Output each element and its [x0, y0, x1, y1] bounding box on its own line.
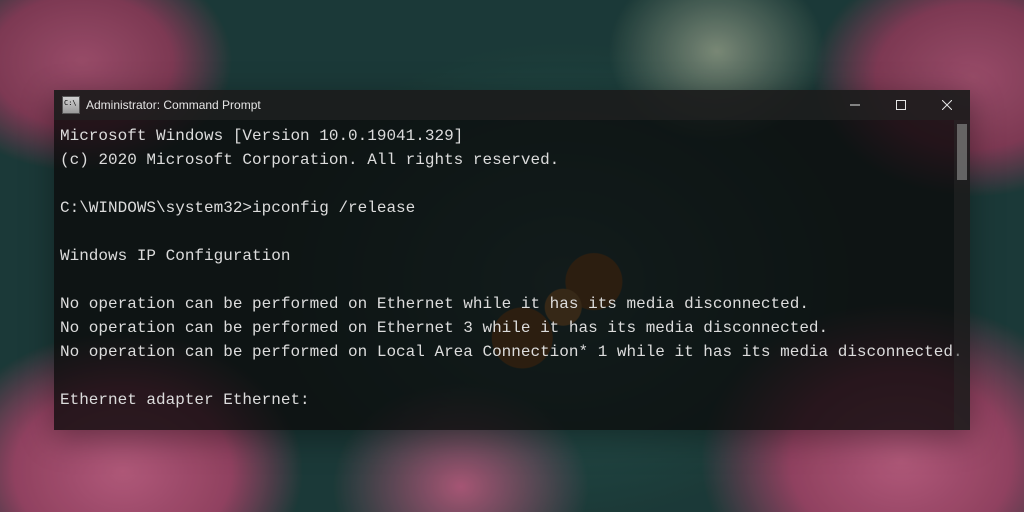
command-prompt-window: Administrator: Command Prompt Microsoft … [54, 90, 970, 430]
terminal-line: No operation can be performed on Etherne… [60, 295, 809, 313]
terminal-line: No operation can be performed on Etherne… [60, 319, 828, 337]
window-title: Administrator: Command Prompt [86, 98, 261, 112]
terminal-line: Ethernet adapter Ethernet: [60, 391, 310, 409]
close-icon [942, 100, 952, 110]
maximize-icon [896, 100, 906, 110]
minimize-icon [850, 100, 860, 110]
terminal-line: No operation can be performed on Local A… [60, 343, 963, 361]
vertical-scrollbar[interactable] [954, 120, 970, 430]
terminal-body[interactable]: Microsoft Windows [Version 10.0.19041.32… [54, 120, 970, 430]
terminal-line: Windows IP Configuration [60, 247, 290, 265]
scrollbar-thumb[interactable] [957, 124, 967, 180]
terminal-line: (c) 2020 Microsoft Corporation. All righ… [60, 151, 559, 169]
terminal-line: C:\WINDOWS\system32>ipconfig /release [60, 199, 415, 217]
window-titlebar[interactable]: Administrator: Command Prompt [54, 90, 970, 120]
maximize-button[interactable] [878, 90, 924, 120]
minimize-button[interactable] [832, 90, 878, 120]
command-prompt-icon [62, 96, 80, 114]
close-button[interactable] [924, 90, 970, 120]
terminal-line: Microsoft Windows [Version 10.0.19041.32… [60, 127, 463, 145]
terminal-output: Microsoft Windows [Version 10.0.19041.32… [54, 120, 970, 416]
